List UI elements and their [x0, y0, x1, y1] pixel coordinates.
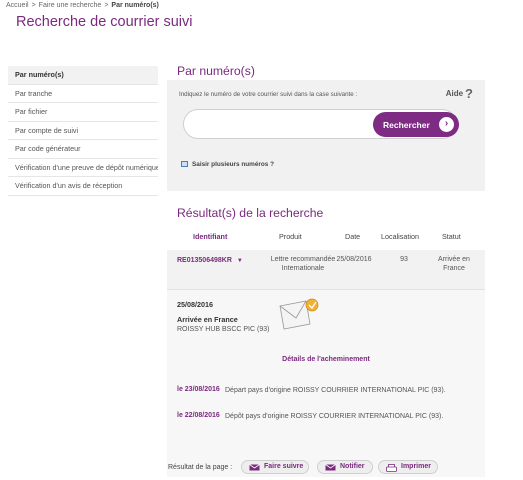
envelope-icon [249, 464, 260, 476]
sidebar-item-avis-reception[interactable]: Vérification d'un avis de réception [8, 177, 158, 196]
sidebar-item-preuve-depot[interactable]: Vérification d'une preuve de dépôt numér… [8, 159, 158, 177]
print-button-label: Imprimer [401, 463, 431, 470]
row-id-toggle[interactable]: RE013506498KR ▼ [177, 257, 243, 266]
sidebar-item-par-numero[interactable]: Par numéro(s) [8, 66, 158, 85]
col-header-date: Date [345, 232, 361, 241]
breadcrumb-current: Par numéro(s) [111, 2, 159, 9]
breadcrumb-separator: > [31, 2, 36, 9]
multi-numbers-label: Saisir plusieurs numéros ? [192, 161, 275, 168]
breadcrumb-search[interactable]: Faire une recherche [39, 2, 102, 9]
multi-numbers-link[interactable]: Saisir plusieurs numéros ? [181, 161, 274, 168]
breadcrumb: Accueil > Faire une recherche > Par numéro(s… [6, 2, 159, 9]
help-icon: ? [465, 86, 473, 101]
envelope-icon [325, 464, 336, 476]
detail-date: 25/08/2016 [177, 300, 213, 309]
sidebar-item-par-compte-de-suivi[interactable]: Par compte de suivi [8, 122, 158, 140]
forward-button[interactable]: Faire suivre [241, 460, 309, 474]
row-date: 25/08/2016 [336, 256, 372, 263]
notify-button[interactable]: Notifier [317, 460, 373, 474]
page-actions-label: Résultat de la page : [168, 464, 233, 471]
col-header-id[interactable]: Identifiant [193, 232, 227, 241]
page-title: Recherche de courrier suivi [16, 14, 193, 30]
history-text: Dépôt pays d'origine ROISSY COURRIER INT… [225, 413, 444, 420]
sidebar-item-par-code-generateur[interactable]: Par code générateur [8, 140, 158, 159]
print-button[interactable]: Imprimer [378, 460, 438, 474]
notify-button-label: Notifier [340, 463, 365, 470]
help-label: Aide [445, 89, 464, 98]
history-text: Départ pays d'origine ROISSY COURRIER IN… [225, 387, 446, 394]
search-panel: Indiquez le numéro de votre courrier sui… [167, 80, 485, 191]
results-title: Résultat(s) de la recherche [177, 206, 324, 220]
col-header-status: Statut [442, 232, 461, 241]
detail-location: ROISSY HUB BSCC PIC (93) [177, 326, 270, 333]
row-status: Arrivée en France [438, 256, 470, 272]
forward-button-label: Faire suivre [264, 463, 304, 470]
breadcrumb-separator: > [104, 2, 109, 9]
col-header-product: Produit [279, 232, 302, 241]
sidebar-item-par-tranche[interactable]: Par tranche [8, 85, 158, 103]
row-id: RE013506498KR [177, 257, 232, 264]
shipment-detail: 25/08/2016 Arrivée en France ROISSY HUB … [167, 289, 485, 477]
help-link[interactable]: Aide? [446, 86, 473, 101]
col-header-location: Localisation [381, 232, 419, 241]
chevron-right-icon: › [439, 117, 454, 132]
routing-details-link[interactable]: Détails de l'acheminement [167, 356, 485, 363]
search-hint: Indiquez le numéro de votre courrier sui… [179, 91, 358, 98]
breadcrumb-home[interactable]: Accueil [6, 2, 29, 9]
table-row: RE013506498KR ▼ Lettre recommandée Inter… [167, 250, 485, 289]
history-date: le 22/08/2016 [177, 412, 220, 419]
envelope-icon [277, 296, 321, 335]
list-icon [181, 161, 188, 167]
search-button[interactable]: Rechercher › [373, 112, 459, 137]
search-button-label: Rechercher [383, 119, 430, 130]
detail-status: Arrivée en France [177, 315, 238, 324]
row-location: 93 [400, 256, 408, 263]
caret-down-icon: ▼ [236, 258, 243, 264]
sidebar-item-par-fichier[interactable]: Par fichier [8, 103, 158, 122]
search-section-title: Par numéro(s) [177, 64, 255, 78]
sidebar: Par numéro(s) Par tranche Par fichier Pa… [8, 66, 158, 196]
printer-icon [386, 464, 397, 477]
history-date: le 23/08/2016 [177, 386, 220, 393]
